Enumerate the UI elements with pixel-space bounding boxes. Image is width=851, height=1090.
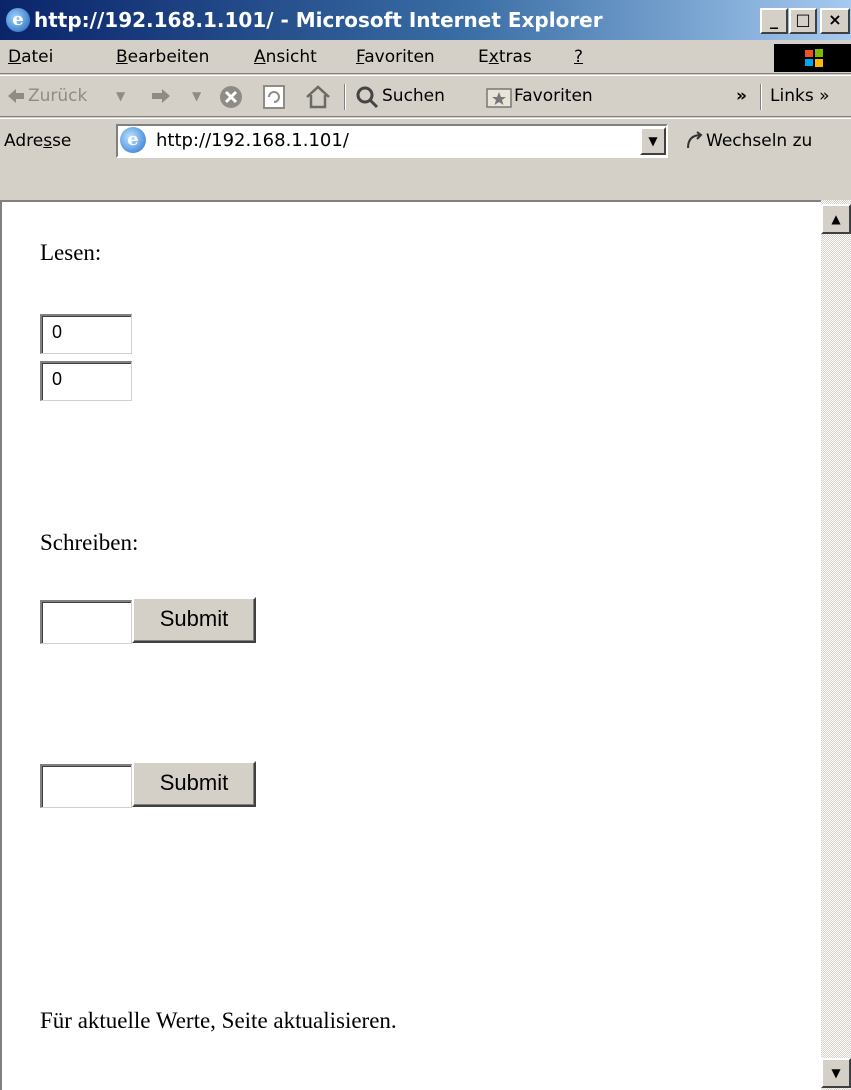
toolbar-chevron[interactable]: » [736,75,747,117]
forward-dropdown-icon[interactable]: ▼ [192,75,201,117]
ie-logo-icon[interactable]: e [6,8,30,32]
menu-ansicht[interactable]: Ansicht [254,40,317,74]
favorites-button-label[interactable]: Favoriten [514,75,593,117]
minimize-button[interactable]: _ [760,8,788,34]
home-icon[interactable] [304,84,332,110]
back-arrow-icon[interactable] [6,86,26,106]
submit-button[interactable]: Submit [132,761,256,807]
menu-favoriten[interactable]: Favoriten [356,40,435,74]
menu-extras[interactable]: Extras [478,40,532,74]
maximize-button[interactable]: □ [789,8,817,34]
submit-button[interactable]: Submit [132,597,256,643]
go-button-label[interactable]: Wechseln zu [706,118,812,164]
read-value-field[interactable]: 0 [40,361,132,401]
links-toolbar[interactable]: Links » [770,75,829,117]
menu-datei[interactable]: Datei [8,40,53,74]
go-arrow-icon[interactable] [684,130,706,152]
menu-help[interactable]: ? [574,40,583,74]
stop-icon[interactable] [218,84,244,110]
forward-arrow-icon[interactable] [150,86,172,106]
back-button-label[interactable]: Zurück [28,75,87,117]
menu-bearbeiten[interactable]: Bearbeiten [116,40,209,74]
write-input[interactable] [40,764,132,808]
windows-flag-icon [805,49,823,67]
back-dropdown-icon[interactable]: ▼ [116,75,125,117]
page-icon: e [120,127,146,153]
window-title: http://192.168.1.101/ - Microsoft Intern… [34,8,603,32]
read-heading: Lesen: [40,240,102,265]
refresh-icon[interactable] [262,84,286,110]
search-icon[interactable] [354,84,380,110]
toolbar-separator [344,84,346,110]
toolbar-separator [760,84,762,110]
write-heading: Schreiben: [40,530,139,555]
read-value-field[interactable]: 0 [40,314,132,354]
scroll-down-button[interactable]: ▼ [821,1058,851,1088]
footer-text: Für aktuelle Werte, Seite aktualisieren. [40,1008,397,1033]
vertical-scrollbar[interactable] [821,200,851,1090]
scroll-up-button[interactable]: ▲ [821,204,851,234]
search-button-label[interactable]: Suchen [382,75,445,117]
address-label: Adresse [4,131,72,151]
address-dropdown-button[interactable]: ▼ [640,127,666,155]
write-input[interactable] [40,600,132,644]
address-url[interactable]: http://192.168.1.101/ [156,124,349,158]
close-button[interactable]: × [820,8,850,34]
favorites-icon[interactable] [486,86,512,108]
